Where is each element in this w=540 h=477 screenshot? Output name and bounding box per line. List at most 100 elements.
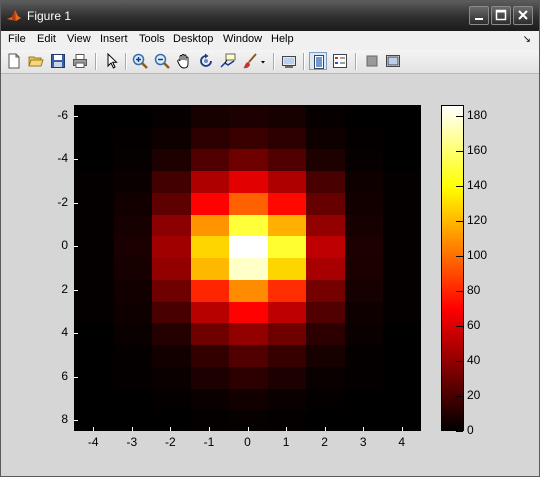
heatmap-cell [306, 345, 346, 368]
heatmap-cell [383, 236, 420, 259]
insert-colorbar-button[interactable] [309, 52, 327, 70]
heatmap-cell [344, 345, 384, 368]
heatmap-axes[interactable] [74, 105, 421, 431]
heatmap-cell [229, 366, 269, 390]
heatmap-cell [75, 192, 115, 216]
menu-bar: File Edit View Insert Tools Desktop Wind… [1, 31, 539, 50]
maximize-icon [495, 9, 507, 21]
heatmap-cell [190, 127, 230, 150]
heatmap-cell [344, 279, 384, 303]
link-plot-button[interactable] [280, 52, 298, 70]
toolbar-separator [95, 53, 97, 70]
heatmap-cell [229, 345, 269, 368]
title-bar[interactable]: Figure 1 [1, 1, 539, 31]
heatmap-cell [152, 106, 192, 129]
colorbar-tick-label: 20 [467, 387, 481, 402]
show-plot-tools-button[interactable] [384, 52, 402, 70]
heatmap-cell [190, 171, 230, 194]
save-button[interactable] [49, 52, 67, 70]
x-tick-label: -1 [203, 435, 215, 449]
data-cursor-button[interactable] [219, 52, 237, 70]
menu-tools[interactable]: Tools [139, 33, 165, 45]
menu-desktop[interactable]: Desktop [173, 33, 213, 45]
heatmap-cell [344, 236, 384, 259]
minimize-button[interactable] [469, 6, 489, 25]
heatmap-cell [190, 236, 230, 259]
heatmap-cell [306, 192, 346, 216]
menu-edit[interactable]: Edit [37, 33, 56, 45]
y-tick-mark [74, 289, 78, 291]
heatmap-cell [190, 345, 230, 368]
heatmap-cell [267, 106, 307, 129]
heatmap-cell [344, 106, 384, 129]
pan-button[interactable] [175, 52, 193, 70]
heatmap-cell [75, 149, 115, 172]
hide-plot-tools-icon [366, 55, 378, 67]
heatmap-cell [306, 236, 346, 259]
maximize-button[interactable] [491, 6, 511, 25]
heatmap-cell [306, 410, 346, 430]
heatmap-cell [306, 323, 346, 346]
brush-dropdown-button[interactable] [259, 52, 269, 70]
x-tick-mark [324, 427, 326, 431]
heatmap-cell [344, 301, 384, 324]
menu-window[interactable]: Window [223, 33, 262, 45]
toolbar-separator [303, 53, 305, 70]
edit-plot-button[interactable] [103, 52, 121, 70]
colorbar-tick-mark [456, 360, 463, 362]
heatmap-cell [113, 214, 153, 237]
heatmap-cell [344, 388, 384, 411]
insert-legend-button[interactable] [331, 52, 349, 70]
heatmap-cell [75, 236, 115, 259]
close-button[interactable] [513, 6, 533, 25]
zoom-out-icon [154, 53, 170, 69]
zoom-in-button[interactable] [131, 52, 149, 70]
heatmap-cell [75, 106, 115, 129]
menu-insert[interactable]: Insert [100, 33, 128, 45]
heatmap-cell [383, 388, 420, 411]
heatmap-cell [75, 366, 115, 390]
open-file-button[interactable] [27, 52, 45, 70]
menu-file[interactable]: File [8, 33, 26, 45]
heatmap-cell [229, 279, 269, 303]
menu-view[interactable]: View [67, 33, 91, 45]
dock-arrow-icon[interactable]: ↘ [523, 34, 531, 45]
heatmap-cell [152, 388, 192, 411]
colorbar-tick-mark [456, 220, 463, 222]
x-tick-mark [363, 427, 365, 431]
heatmap-cell [190, 214, 230, 237]
heatmap-cell [229, 171, 269, 194]
heatmap-cell [229, 323, 269, 346]
heatmap-cell [267, 301, 307, 324]
heatmap-cell [75, 323, 115, 346]
rotate-3d-icon [200, 53, 212, 67]
x-tick-label: -3 [126, 435, 138, 449]
heatmap-cell [113, 171, 153, 194]
brush-button[interactable] [241, 52, 259, 70]
colorbar-tick-label: 40 [467, 352, 481, 367]
heatmap-cell [383, 279, 420, 303]
menu-help[interactable]: Help [271, 33, 294, 45]
heatmap-cell [75, 301, 115, 324]
colorbar-tick-label: 180 [467, 107, 488, 122]
rotate-3d-button[interactable] [197, 52, 215, 70]
zoom-out-button[interactable] [153, 52, 171, 70]
new-figure-button[interactable] [5, 52, 23, 70]
heatmap-cell [190, 279, 230, 303]
heatmap-cell [267, 258, 307, 281]
heatmap-cell [306, 279, 346, 303]
print-button[interactable] [71, 52, 89, 70]
heatmap-cell [229, 127, 269, 150]
colorbar[interactable] [441, 105, 464, 431]
heatmap-cell [152, 345, 192, 368]
brush-dropdown-icon [261, 61, 265, 64]
colorbar-tick-mark [456, 290, 463, 292]
heatmap-cell [267, 366, 307, 390]
x-tick-mark [247, 427, 249, 431]
heatmap-cell [113, 192, 153, 216]
print-icon [73, 54, 87, 68]
colorbar-tick-mark [456, 325, 463, 327]
colorbar-tick-mark [456, 395, 463, 397]
hide-plot-tools-button[interactable] [363, 52, 381, 70]
heatmap-cell [306, 388, 346, 411]
